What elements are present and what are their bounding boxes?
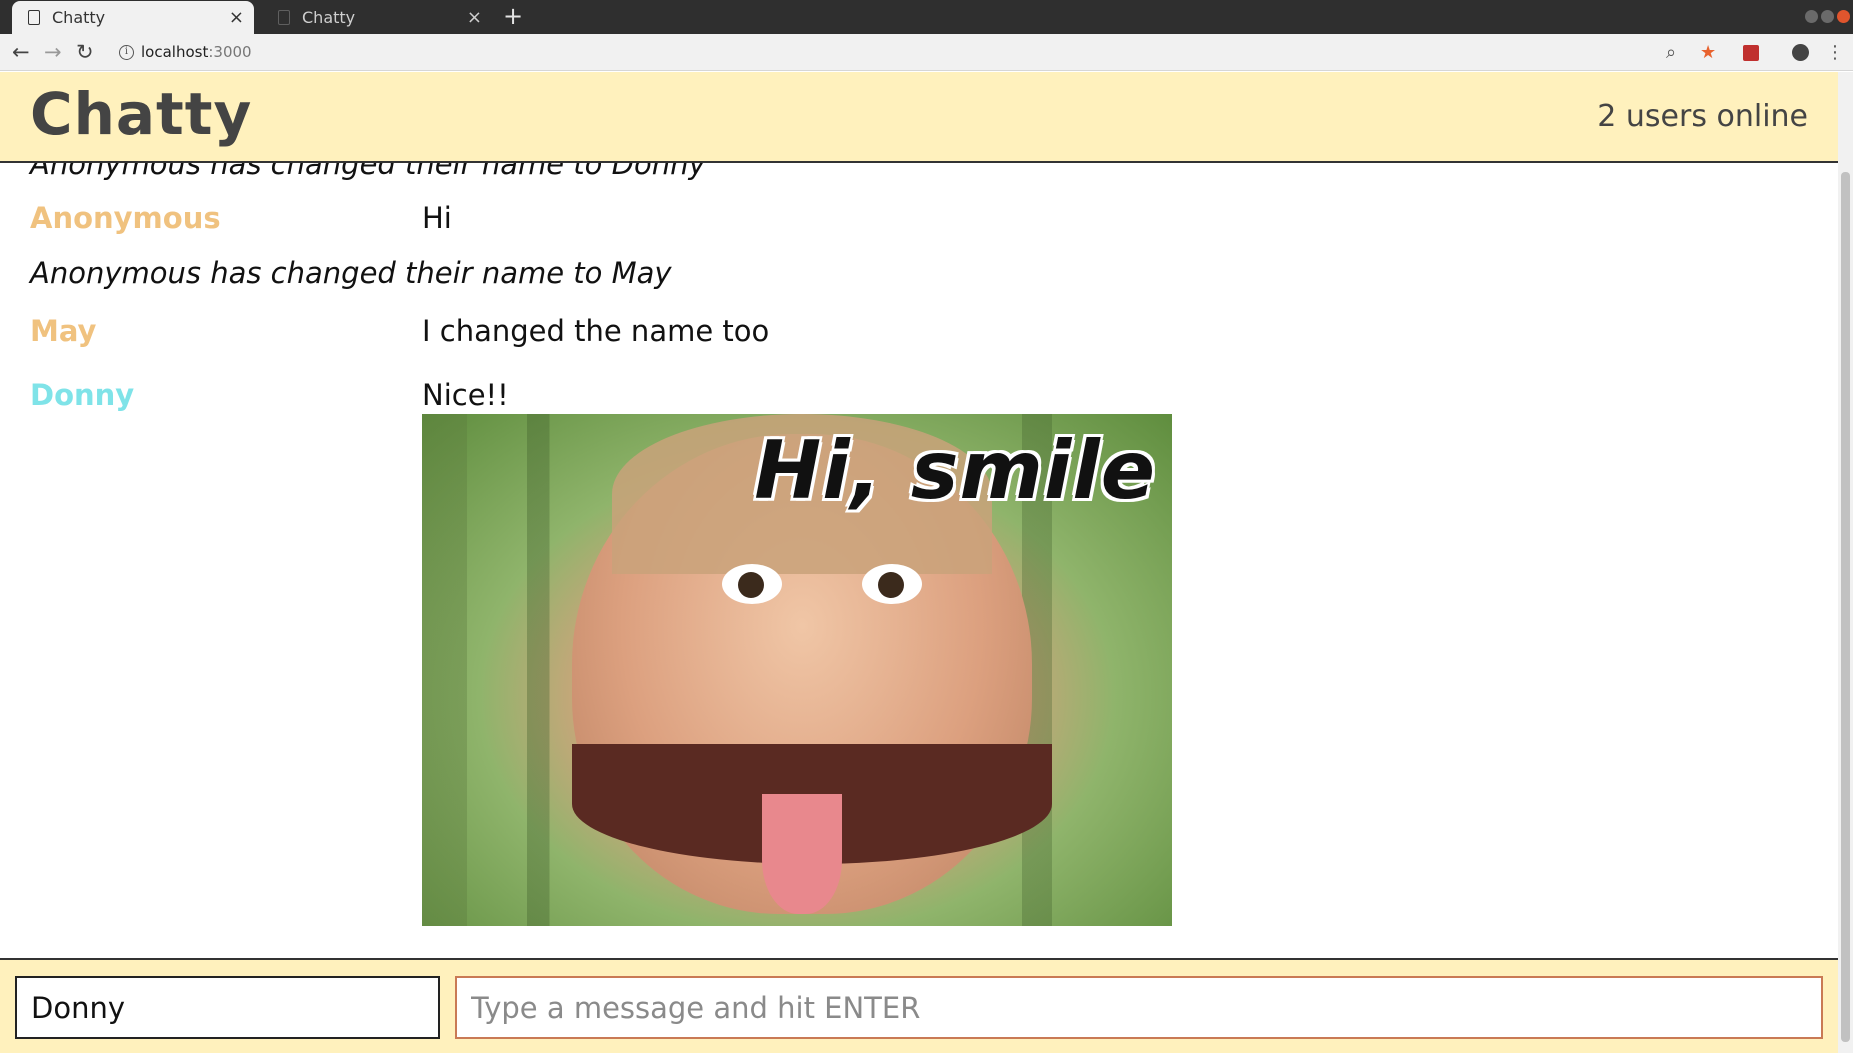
url-host: localhost — [141, 43, 209, 61]
system-notification: Anonymous has changed their name to Donn… — [30, 163, 706, 181]
message-username: Anonymous — [30, 201, 221, 235]
extension-icon[interactable] — [1743, 45, 1759, 61]
message-content: Nice!! — [422, 378, 509, 412]
page-icon — [278, 10, 290, 25]
minimize-icon[interactable] — [1805, 10, 1818, 23]
browser-toolbar: ← → ↻ i localhost:3000 ⌕ ★ ⋮ — [0, 34, 1853, 71]
image-tongue — [762, 794, 842, 914]
chat-composer — [0, 958, 1838, 1053]
bookmark-star-icon[interactable]: ★ — [1700, 34, 1716, 71]
browser-tab-active[interactable]: Chatty × — [12, 1, 254, 34]
url-port: :3000 — [208, 43, 252, 61]
message-content: I changed the name too — [422, 314, 770, 348]
browser-tabstrip: Chatty × Chatty × + — [0, 0, 1853, 34]
message-username: May — [30, 314, 97, 348]
tab-title: Chatty — [302, 8, 356, 27]
app-brand: Chatty — [30, 80, 253, 148]
image-eye — [722, 564, 782, 604]
users-online-count: 2 users online — [1597, 99, 1808, 134]
message-username: Donny — [30, 378, 135, 412]
tab-title: Chatty — [52, 8, 106, 27]
message-list: Anonymous has changed their name to Donn… — [0, 163, 1838, 958]
scrollbar-thumb[interactable] — [1841, 172, 1850, 1042]
menu-icon[interactable]: ⋮ — [1826, 34, 1844, 71]
profile-icon[interactable] — [1792, 44, 1809, 61]
username-input[interactable] — [15, 976, 440, 1039]
page-scrollbar[interactable] — [1838, 72, 1853, 1053]
app-navbar: Chatty 2 users online — [0, 72, 1838, 163]
system-notification: Anonymous has changed their name to May — [30, 256, 672, 290]
message-input[interactable] — [455, 976, 1823, 1039]
maximize-icon[interactable] — [1821, 10, 1834, 23]
close-icon[interactable]: × — [467, 1, 482, 34]
page-icon — [28, 10, 40, 25]
close-icon[interactable]: × — [229, 1, 244, 34]
message-image: Hi, smile — [422, 414, 1172, 926]
window-close-icon[interactable] — [1837, 10, 1850, 23]
site-info-icon[interactable]: i — [119, 45, 134, 60]
zoom-icon[interactable]: ⌕ — [1666, 34, 1676, 71]
forward-icon[interactable]: → — [44, 34, 62, 71]
back-icon[interactable]: ← — [12, 34, 30, 71]
new-tab-button[interactable]: + — [503, 0, 523, 34]
image-caption: Hi, smile — [754, 424, 1156, 517]
reload-icon[interactable]: ↻ — [76, 34, 94, 71]
image-eye — [862, 564, 922, 604]
address-bar[interactable]: localhost:3000 — [141, 34, 252, 71]
message-content: Hi — [422, 201, 452, 235]
browser-tab-inactive[interactable]: Chatty × — [262, 1, 492, 34]
